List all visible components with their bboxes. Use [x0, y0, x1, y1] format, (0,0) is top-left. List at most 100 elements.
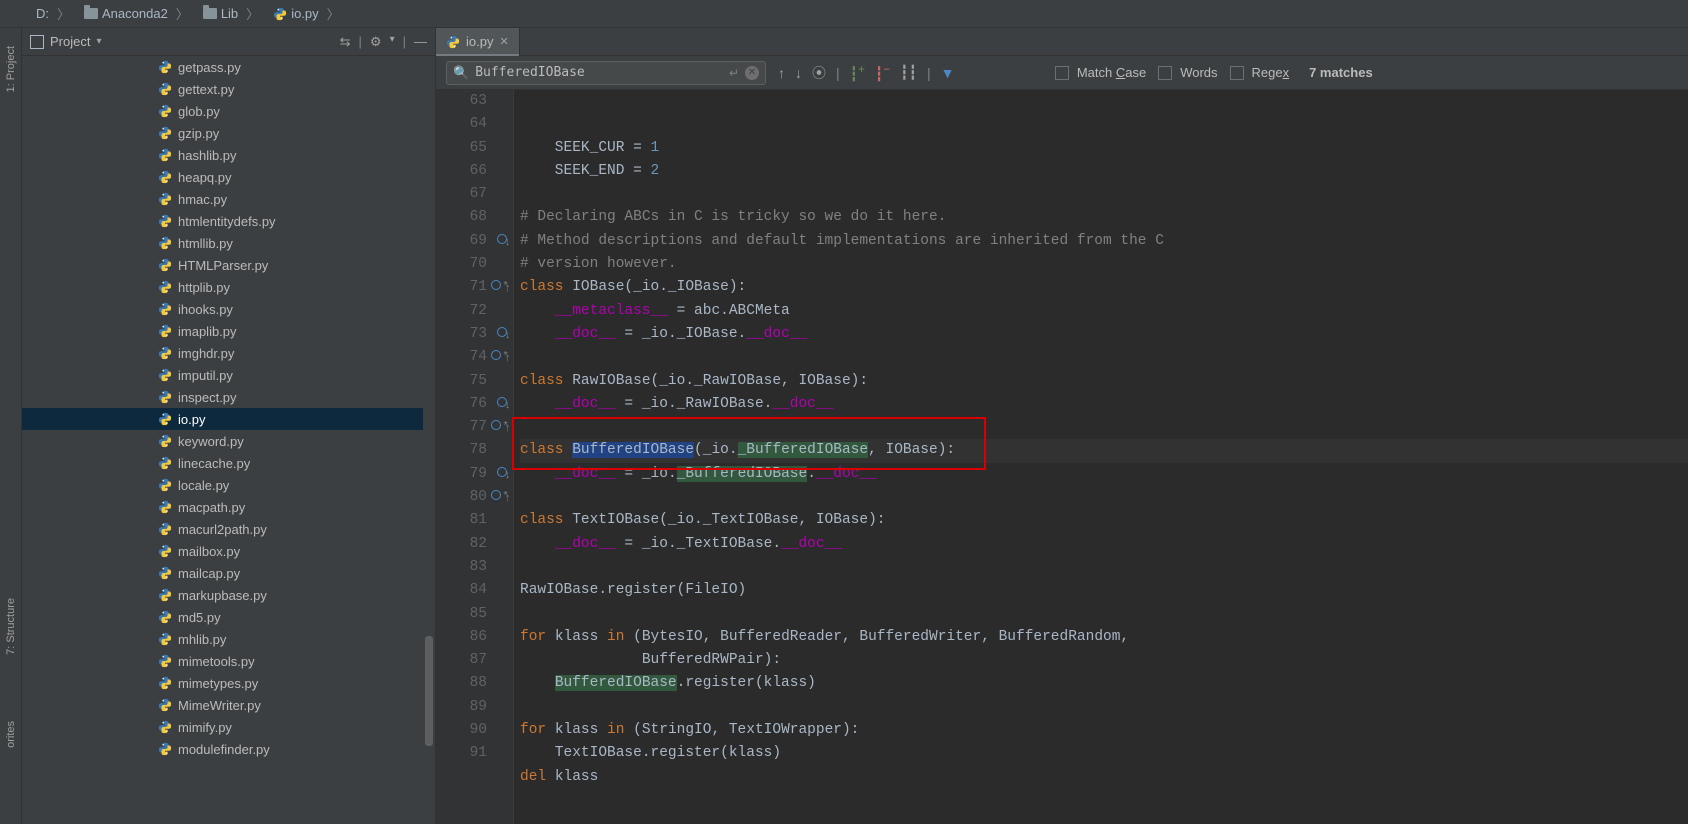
project-icon — [30, 35, 44, 49]
match-case-checkbox[interactable]: Match Case — [1055, 65, 1146, 80]
code-line[interactable]: class RawIOBase(_io._RawIOBase, IOBase): — [520, 370, 1688, 393]
tree-item[interactable]: hashlib.py — [22, 144, 435, 166]
tree-item[interactable]: mailbox.py — [22, 540, 435, 562]
crumb-anaconda2[interactable]: Anaconda2 〉 — [78, 2, 195, 25]
code-line[interactable] — [520, 789, 1688, 812]
code-area[interactable]: SEEK_CUR = 1 SEEK_CUR = 1 SEEK_END = 2 #… — [514, 90, 1688, 824]
code-line[interactable]: # Method descriptions and default implem… — [520, 230, 1688, 253]
crumb-label: io.py — [291, 6, 318, 21]
gear-icon[interactable]: ⚙ — [370, 34, 382, 50]
tool-favorites-tab[interactable]: orites — [3, 713, 19, 756]
find-in-selection-icon[interactable]: ⦿ — [812, 63, 826, 83]
tree-item[interactable]: ihooks.py — [22, 298, 435, 320]
tree-item[interactable]: mimify.py — [22, 716, 435, 738]
tree-item[interactable]: htmllib.py — [22, 232, 435, 254]
tree-item[interactable]: mimetypes.py — [22, 672, 435, 694]
find-input[interactable] — [475, 65, 723, 80]
tree-item[interactable]: getpass.py — [22, 56, 435, 78]
code-line[interactable]: TextIOBase.register(klass) — [520, 742, 1688, 765]
close-tab-icon[interactable]: ✕ — [499, 35, 508, 48]
tree-item[interactable]: mailcap.py — [22, 562, 435, 584]
code-line[interactable]: __doc__ = _io._RawIOBase.__doc__ — [520, 393, 1688, 416]
code-line[interactable]: del klass — [520, 766, 1688, 789]
crumb-drive[interactable]: D: 〉 — [30, 2, 76, 25]
tree-item-label: io.py — [178, 412, 205, 427]
tree-item[interactable]: macpath.py — [22, 496, 435, 518]
file-tree[interactable]: getpass.pygettext.pyglob.pygzip.pyhashli… — [22, 56, 435, 824]
python-file-icon — [158, 148, 172, 162]
code-line[interactable]: __doc__ = _io._IOBase.__doc__ — [520, 323, 1688, 346]
next-match-icon[interactable]: ↓ — [795, 65, 802, 81]
code-line[interactable]: __doc__ = _io._TextIOBase.__doc__ — [520, 533, 1688, 556]
remove-occurrence-icon[interactable]: ┇− — [875, 63, 890, 83]
code-line[interactable]: for klass in (StringIO, TextIOWrapper): — [520, 719, 1688, 742]
tree-item[interactable]: gettext.py — [22, 78, 435, 100]
tree-item[interactable]: macurl2path.py — [22, 518, 435, 540]
tree-item[interactable]: mhlib.py — [22, 628, 435, 650]
clear-search-icon[interactable]: ✕ — [745, 66, 759, 80]
python-file-icon — [158, 192, 172, 206]
tree-item[interactable]: keyword.py — [22, 430, 435, 452]
code-line[interactable] — [520, 183, 1688, 206]
tree-item[interactable]: imaplib.py — [22, 320, 435, 342]
tree-item[interactable]: imghdr.py — [22, 342, 435, 364]
gear-dropdown-icon[interactable]: ▾ — [390, 34, 395, 50]
tree-item[interactable]: inspect.py — [22, 386, 435, 408]
editor-tab-iopy[interactable]: io.py ✕ — [436, 28, 520, 55]
vertical-scrollbar[interactable] — [423, 56, 435, 824]
crumb-iopy[interactable]: io.py 〉 — [267, 2, 345, 25]
crumb-lib[interactable]: Lib 〉 — [197, 2, 265, 25]
code-line[interactable]: # version however. — [520, 253, 1688, 276]
tree-item[interactable]: HTMLParser.py — [22, 254, 435, 276]
code-line[interactable]: BufferedRWPair): — [520, 649, 1688, 672]
words-checkbox[interactable]: Words — [1158, 65, 1217, 80]
regex-checkbox[interactable]: Regex — [1230, 65, 1290, 80]
collapse-all-icon[interactable]: ⇆ — [340, 34, 351, 50]
tree-item[interactable]: markupbase.py — [22, 584, 435, 606]
code-line[interactable]: RawIOBase.register(FileIO) — [520, 579, 1688, 602]
gutter[interactable]: 63646566676869↓7071*↑7273↓74*↑7576↓77*↑7… — [436, 90, 514, 824]
filter-icon[interactable]: ▼ — [941, 65, 955, 81]
code-line[interactable]: for klass in (BytesIO, BufferedReader, B… — [520, 626, 1688, 649]
dropdown-arrow-icon[interactable]: ▾ — [96, 36, 101, 47]
code-line[interactable] — [520, 556, 1688, 579]
code-line[interactable]: class IOBase(_io._IOBase): — [520, 276, 1688, 299]
code-line[interactable] — [520, 486, 1688, 509]
code-line[interactable]: __metaclass__ = abc.ABCMeta — [520, 300, 1688, 323]
tree-item[interactable]: modulefinder.py — [22, 738, 435, 760]
tree-item[interactable]: glob.py — [22, 100, 435, 122]
code-line[interactable]: __doc__ = _io._BufferedIOBase.__doc__ — [520, 463, 1688, 486]
tool-project-tab[interactable]: 1: Project — [3, 38, 19, 100]
tree-item[interactable]: imputil.py — [22, 364, 435, 386]
tree-item[interactable]: linecache.py — [22, 452, 435, 474]
python-file-icon — [158, 170, 172, 184]
code-line[interactable]: SEEK_END = 2 — [520, 160, 1688, 183]
code-line[interactable] — [520, 603, 1688, 626]
select-all-occurrences-icon[interactable]: ┇┇ — [900, 64, 917, 81]
code-line[interactable] — [520, 696, 1688, 719]
code-line[interactable] — [520, 416, 1688, 439]
tree-item[interactable]: gzip.py — [22, 122, 435, 144]
code-line[interactable]: SEEK_CUR = 1 — [520, 137, 1688, 160]
add-occurrence-icon[interactable]: ┇+ — [850, 63, 865, 83]
tree-item[interactable]: hmac.py — [22, 188, 435, 210]
code-line[interactable]: BufferedIOBase.register(klass) — [520, 672, 1688, 695]
crumb-label: Anaconda2 — [102, 6, 168, 21]
tree-item[interactable]: locale.py — [22, 474, 435, 496]
hide-panel-icon[interactable]: — — [414, 34, 427, 50]
tree-item[interactable]: io.py — [22, 408, 435, 430]
code-line[interactable]: class TextIOBase(_io._TextIOBase, IOBase… — [520, 509, 1688, 532]
tree-item[interactable]: heapq.py — [22, 166, 435, 188]
tree-item[interactable]: htmlentitydefs.py — [22, 210, 435, 232]
code-line[interactable] — [520, 346, 1688, 369]
tree-item[interactable]: md5.py — [22, 606, 435, 628]
code-line[interactable]: # Declaring ABCs in C is tricky so we do… — [520, 206, 1688, 229]
tree-item[interactable]: MimeWriter.py — [22, 694, 435, 716]
scrollbar-thumb[interactable] — [425, 636, 433, 746]
tree-item[interactable]: mimetools.py — [22, 650, 435, 672]
tree-item[interactable]: httplib.py — [22, 276, 435, 298]
code-line[interactable]: class BufferedIOBase(_io._BufferedIOBase… — [520, 439, 1688, 462]
editor-body[interactable]: 63646566676869↓7071*↑7273↓74*↑7576↓77*↑7… — [436, 90, 1688, 824]
prev-match-icon[interactable]: ↑ — [778, 65, 785, 81]
tool-structure-tab[interactable]: 7: Structure — [3, 590, 19, 663]
